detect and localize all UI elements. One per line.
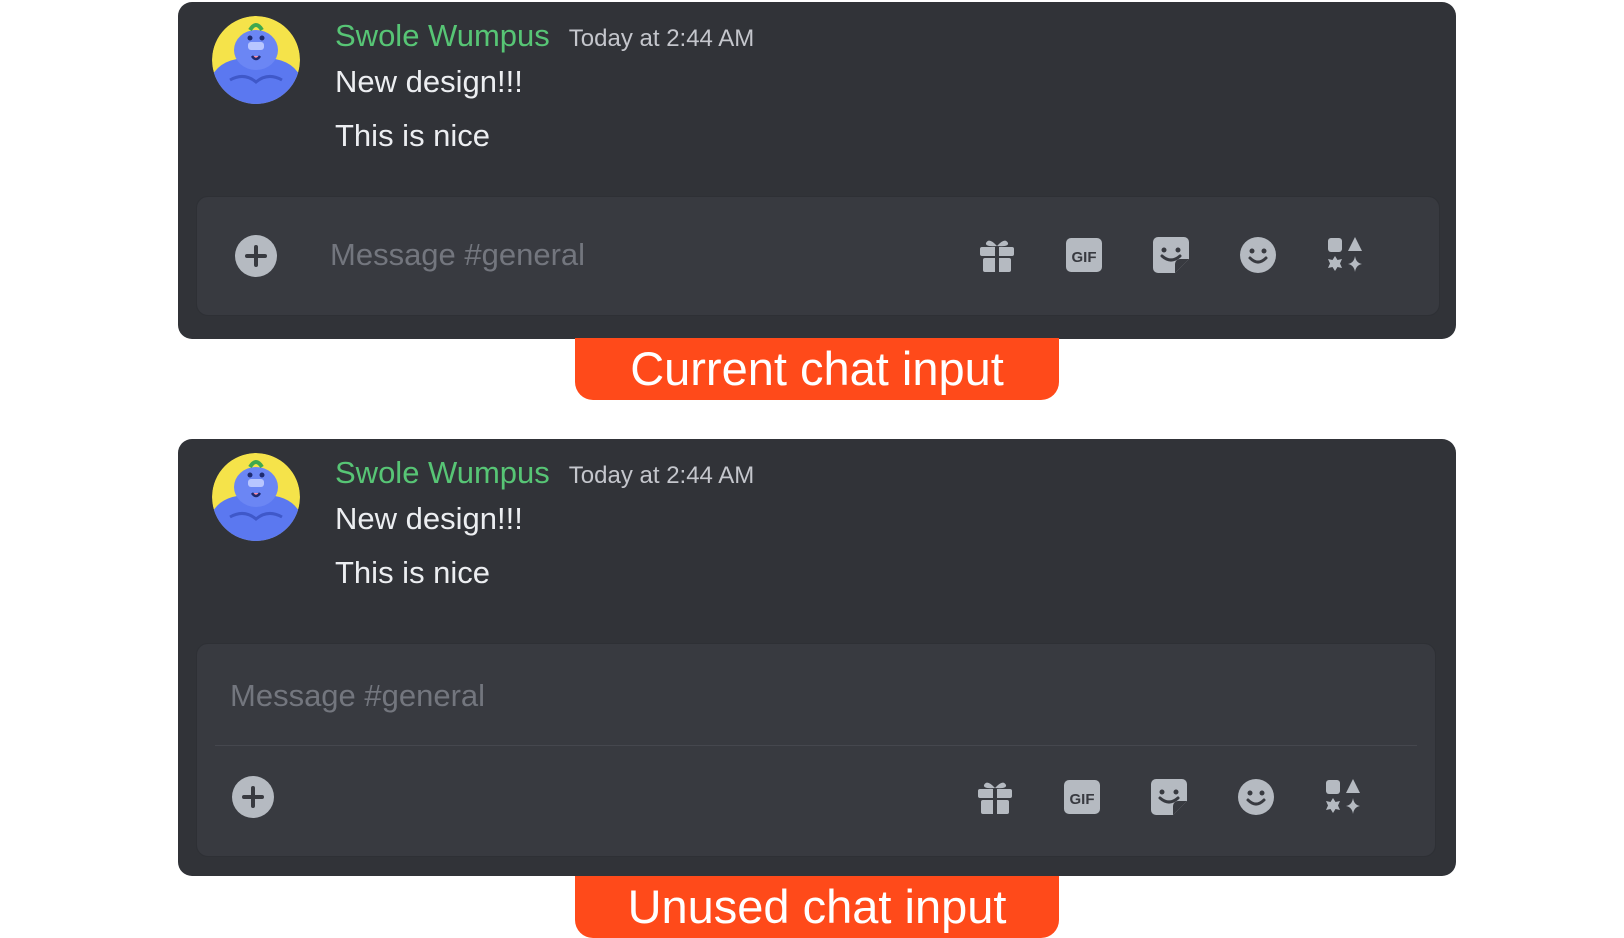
emoji-icon[interactable]	[1238, 235, 1278, 275]
caption-unused-chat-input: Unused chat input	[575, 876, 1059, 938]
message-text: This is nice	[335, 118, 491, 153]
apps-icon[interactable]	[1325, 235, 1365, 275]
gif-icon-label: GIF	[1070, 791, 1095, 808]
gif-icon-label: GIF	[1072, 249, 1097, 266]
apps-icon[interactable]	[1323, 777, 1363, 817]
caption-current-chat-input: Current chat input	[575, 338, 1059, 400]
username[interactable]: Swole Wumpus	[335, 453, 550, 493]
sticker-icon[interactable]	[1151, 235, 1191, 275]
add-attachment-button[interactable]	[235, 235, 277, 277]
username[interactable]: Swole Wumpus	[335, 16, 550, 56]
message-timestamp: Today at 2:44 AM	[568, 25, 755, 52]
chat-panel-unused: Swole Wumpus Today at 2:44 AM New design…	[178, 439, 1456, 876]
chat-panel-current: Swole Wumpus Today at 2:44 AM New design…	[178, 2, 1456, 339]
emoji-icon[interactable]	[1236, 777, 1276, 817]
gif-icon[interactable]: GIF	[1062, 777, 1102, 817]
chat-input-box: Message #general GIF	[196, 196, 1440, 316]
chat-input-box: Message #general GIF	[196, 643, 1436, 857]
message-text: New design!!!	[335, 501, 523, 536]
message-timestamp: Today at 2:44 AM	[568, 462, 755, 489]
input-divider	[215, 745, 1417, 746]
user-avatar[interactable]	[212, 453, 300, 541]
add-attachment-button[interactable]	[232, 776, 274, 818]
message-input[interactable]: Message #general	[330, 235, 585, 275]
sticker-icon[interactable]	[1149, 777, 1189, 817]
message-input[interactable]: Message #general	[230, 676, 485, 716]
input-toolbar: GIF	[977, 235, 1365, 275]
gif-icon[interactable]: GIF	[1064, 235, 1104, 275]
message-text: This is nice	[335, 555, 491, 590]
gift-icon[interactable]	[975, 777, 1015, 817]
input-toolbar: GIF	[975, 777, 1363, 817]
message-text: New design!!!	[335, 64, 523, 99]
gift-icon[interactable]	[977, 235, 1017, 275]
user-avatar[interactable]	[212, 16, 300, 104]
